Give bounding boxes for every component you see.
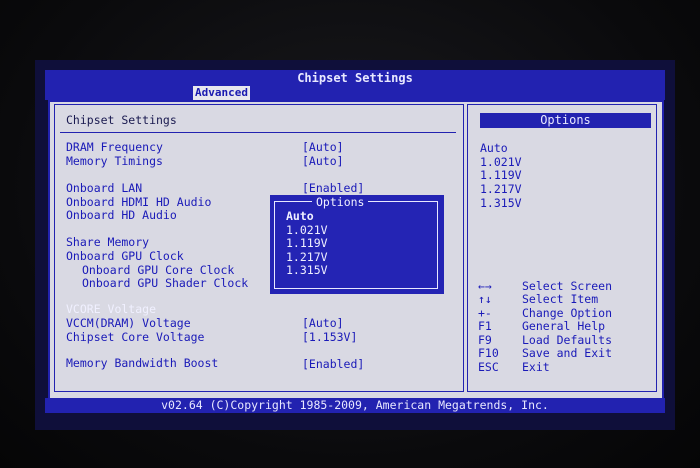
bios-title: Chipset Settings	[45, 70, 665, 86]
help-key-f1: F1	[478, 319, 492, 333]
setting-onboard-gpu-clock-label[interactable]: Onboard GPU Clock	[66, 250, 184, 263]
copyright-footer: v02.64 (C)Copyright 1985-2009, American …	[45, 398, 665, 413]
setting-memory-bandwidth-boost-label[interactable]: Memory Bandwidth Boost	[66, 357, 218, 370]
help-exit: Exit	[522, 360, 550, 374]
setting-gpu-shader-clock-label[interactable]: Onboard GPU Shader Clock	[82, 277, 248, 290]
setting-memory-timings-label[interactable]: Memory Timings	[66, 155, 163, 168]
tab-advanced[interactable]: Advanced	[193, 86, 250, 100]
popup-option-auto[interactable]: Auto	[286, 210, 314, 223]
section-title: Chipset Settings	[66, 113, 177, 127]
setting-vccm-voltage-label[interactable]: VCCM(DRAM) Voltage	[66, 317, 191, 330]
options-panel-item: 1.217V	[480, 182, 522, 196]
options-panel-title: Options	[480, 113, 651, 128]
setting-chipset-core-voltage-value[interactable]: [1.153V]	[302, 331, 357, 344]
options-panel-item: 1.119V	[480, 168, 522, 182]
popup-option-1119[interactable]: 1.119V	[286, 237, 328, 250]
tab-bar	[45, 86, 665, 100]
help-select-item: Select Item	[522, 292, 599, 306]
options-panel-item: Auto	[480, 141, 508, 155]
setting-memory-timings-value[interactable]: [Auto]	[302, 155, 344, 168]
setting-onboard-lan-label[interactable]: Onboard LAN	[66, 182, 142, 195]
setting-chipset-core-voltage-label[interactable]: Chipset Core Voltage	[66, 331, 204, 344]
setting-onboard-lan-value[interactable]: [Enabled]	[302, 182, 364, 195]
options-popup-title: Options	[312, 196, 369, 209]
arrow-up-down-icon: ↑↓	[478, 292, 492, 306]
help-general-help: General Help	[522, 319, 606, 333]
help-save-and-exit: Save and Exit	[522, 346, 613, 360]
setting-memory-bandwidth-boost-value[interactable]: [Enabled]	[302, 358, 364, 371]
section-divider	[60, 132, 456, 133]
setting-dram-frequency-value[interactable]: [Auto]	[302, 141, 344, 154]
setting-dram-frequency-label[interactable]: DRAM Frequency	[66, 141, 163, 154]
setting-onboard-hd-audio-label[interactable]: Onboard HD Audio	[66, 209, 177, 222]
options-panel-item: 1.315V	[480, 196, 522, 210]
setting-vcore-voltage-label[interactable]: VCORE Voltage	[66, 303, 156, 316]
setting-vccm-voltage-value[interactable]: [Auto]	[302, 317, 344, 330]
help-key-f10: F10	[478, 346, 499, 360]
popup-option-1315[interactable]: 1.315V	[286, 264, 328, 277]
help-key-esc: ESC	[478, 360, 499, 374]
setting-share-memory-label[interactable]: Share Memory	[66, 236, 149, 249]
